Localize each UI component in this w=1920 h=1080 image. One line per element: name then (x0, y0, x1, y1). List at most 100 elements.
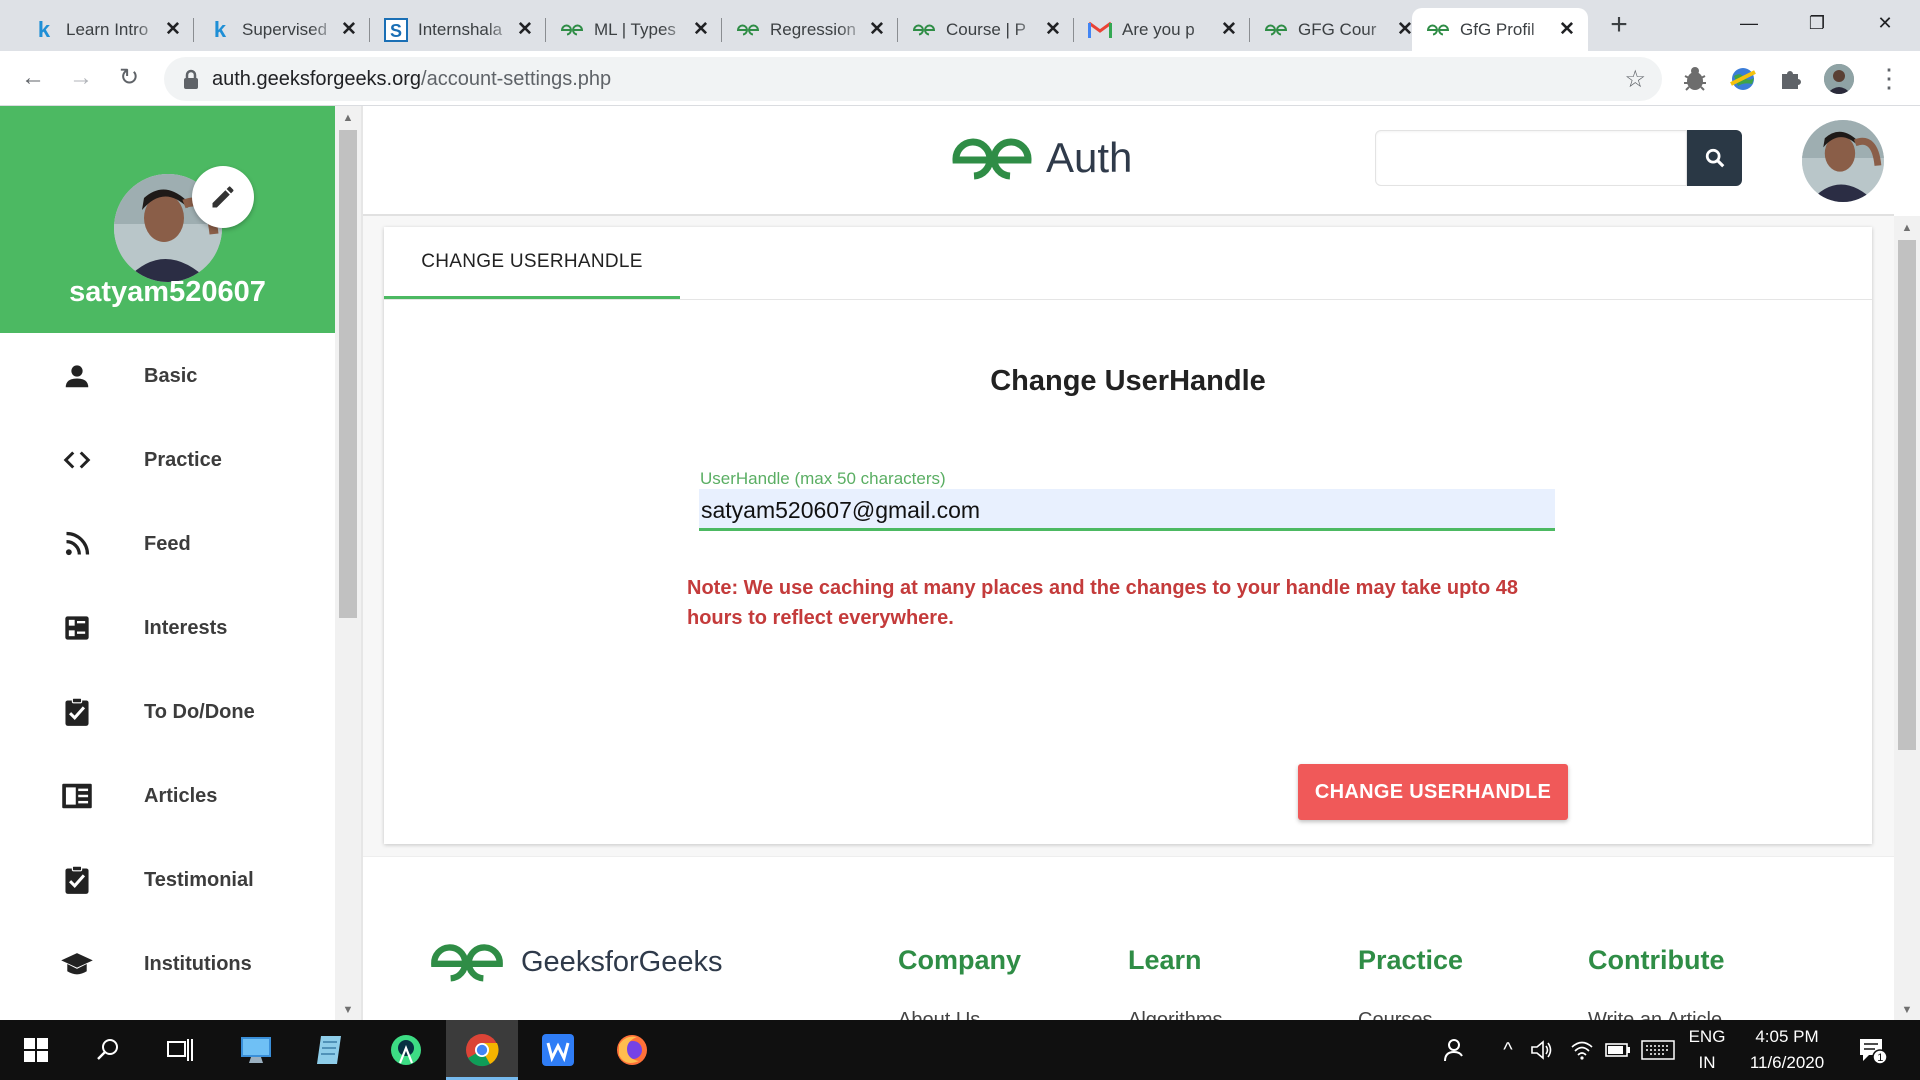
task-view-icon[interactable] (160, 1030, 200, 1070)
firefox-icon[interactable] (612, 1030, 652, 1070)
keyboard-icon[interactable] (1638, 1030, 1678, 1070)
forward-icon[interactable]: → (64, 61, 98, 95)
browser-tab[interactable]: S Internshala ✕ (370, 8, 546, 51)
sidebar-item-label: Practice (144, 448, 222, 471)
scrollbar-thumb[interactable] (339, 130, 357, 618)
edit-avatar-button[interactable] (192, 166, 254, 228)
browser-tab-active[interactable]: GfG Profil ✕ (1412, 8, 1588, 51)
back-icon[interactable]: ← (16, 61, 50, 95)
windows-taskbar: ^ ENG IN 4:05 PM 11/6/2020 1 (0, 1020, 1920, 1080)
gfg-auth-logo[interactable]: Auth (950, 134, 1132, 182)
browser-tab[interactable]: Regression ✕ (722, 8, 898, 51)
scrollbar-thumb[interactable] (1898, 240, 1916, 750)
footer-logo[interactable]: GeeksforGeeks (427, 942, 722, 982)
profile-username: satyam520607 (69, 276, 266, 308)
tab-title: Course | P (946, 19, 1027, 39)
browser-tab-strip: k Learn Intro ✕ k Supervised ✕ S Interns… (0, 0, 1920, 51)
bookmark-star-icon[interactable]: ☆ (1624, 65, 1646, 94)
search-icon[interactable] (88, 1030, 128, 1070)
scroll-up-arrow-icon[interactable]: ▲ (1900, 222, 1914, 234)
bug-extension-icon[interactable] (1680, 64, 1710, 94)
input-region-indicator[interactable]: IN (1686, 1053, 1728, 1073)
tab-title: Learn Intro (66, 19, 149, 39)
restore-icon[interactable]: ❐ (1784, 6, 1850, 40)
language-indicator[interactable]: ENG (1686, 1027, 1728, 1047)
wifi-icon[interactable] (1562, 1030, 1602, 1070)
clock-date[interactable]: 11/6/2020 (1736, 1053, 1838, 1073)
gfg-logo-icon (431, 944, 503, 982)
sidebar-item-testimonial[interactable]: Testimonial (0, 850, 335, 910)
browser-tab[interactable]: Course | P ✕ (898, 8, 1074, 51)
notifications-icon[interactable]: 1 (1852, 1030, 1892, 1070)
profile-avatar[interactable] (1824, 64, 1854, 94)
url-text: auth.geeksforgeeks.org/account-settings.… (212, 68, 612, 90)
search-input[interactable] (1375, 130, 1687, 186)
close-tab-icon[interactable]: ✕ (692, 18, 710, 41)
sidebar-item-practice[interactable]: Practice (0, 430, 335, 490)
volume-icon[interactable] (1522, 1030, 1562, 1070)
footer-column-company: Company (898, 945, 1022, 975)
globe-extension-icon[interactable] (1728, 64, 1758, 94)
chrome-icon[interactable] (462, 1030, 502, 1070)
new-tab-button[interactable]: + (1604, 10, 1634, 40)
list-icon (60, 611, 94, 645)
scroll-down-arrow-icon[interactable]: ▼ (1900, 1004, 1914, 1016)
graduation-cap-icon (60, 947, 94, 981)
scroll-up-arrow-icon[interactable]: ▲ (341, 112, 355, 124)
change-userhandle-button[interactable]: CHANGE USERHANDLE (1298, 764, 1568, 820)
sidebar-item-institutions[interactable]: Institutions (0, 934, 335, 994)
userhandle-input[interactable] (699, 489, 1555, 531)
browser-tab[interactable]: k Supervised ✕ (194, 8, 370, 51)
windows-start-icon[interactable] (16, 1030, 56, 1070)
gfg-logo-icon (952, 138, 1032, 180)
tab-title: GfG Profil (1460, 19, 1535, 39)
close-window-icon[interactable]: ✕ (1852, 6, 1918, 40)
scroll-down-arrow-icon[interactable]: ▼ (341, 1004, 355, 1016)
close-tab-icon[interactable]: ✕ (1044, 18, 1062, 41)
chrome-menu-icon[interactable]: ⋮ (1872, 61, 1906, 95)
profile-sidebar: satyam520607 Basic Practice Feed Interes… (0, 106, 335, 1020)
sidebar-item-articles[interactable]: Articles (0, 766, 335, 826)
close-tab-icon[interactable]: ✕ (340, 18, 358, 41)
wps-writer-icon[interactable] (538, 1030, 578, 1070)
android-studio-icon[interactable] (386, 1030, 426, 1070)
sidebar-item-interests[interactable]: Interests (0, 598, 335, 658)
tab-title: Regression (770, 19, 856, 39)
sidebar-item-basic[interactable]: Basic (0, 346, 335, 406)
browser-tab[interactable]: ML | Types ✕ (546, 8, 722, 51)
puzzle-extensions-icon[interactable] (1776, 64, 1806, 94)
sidebar-item-feed[interactable]: Feed (0, 514, 335, 574)
notification-count: 1 (1877, 1052, 1883, 1064)
browser-tab[interactable]: Are you p ✕ (1074, 8, 1250, 51)
people-icon[interactable] (1436, 1030, 1476, 1070)
user-avatar[interactable] (1802, 120, 1884, 202)
close-tab-icon[interactable]: ✕ (516, 18, 534, 41)
close-tab-icon[interactable]: ✕ (868, 18, 886, 41)
clipboard-check-icon (60, 863, 94, 897)
minimize-icon[interactable]: — (1716, 6, 1782, 40)
address-bar[interactable]: auth.geeksforgeeks.org/account-settings.… (164, 57, 1662, 101)
tab-title: Internshala (418, 19, 503, 39)
notepad-icon[interactable] (310, 1030, 350, 1070)
battery-icon[interactable] (1598, 1030, 1638, 1070)
sidebar-item-todo-done[interactable]: To Do/Done (0, 682, 335, 742)
close-tab-icon[interactable]: ✕ (164, 18, 182, 41)
sidebar-scrollbar[interactable]: ▲ ▼ (335, 106, 361, 1020)
clipboard-check-icon (60, 695, 94, 729)
sidebar-item-label: Articles (144, 784, 218, 807)
close-tab-icon[interactable]: ✕ (1558, 18, 1576, 41)
computer-icon[interactable] (236, 1030, 276, 1070)
profile-header: satyam520607 (0, 106, 335, 333)
search-button[interactable] (1687, 130, 1742, 186)
tab-change-userhandle[interactable]: CHANGE USERHANDLE (384, 227, 680, 299)
page-scrollbar[interactable]: ▲ ▼ (1894, 216, 1920, 1020)
gmail-icon (1088, 18, 1112, 42)
browser-tab[interactable]: GFG Cour ✕ (1250, 8, 1426, 51)
reload-icon[interactable]: ↻ (112, 61, 146, 95)
clock-time[interactable]: 4:05 PM (1736, 1027, 1838, 1047)
browser-tab[interactable]: k Learn Intro ✕ (18, 8, 194, 51)
close-tab-icon[interactable]: ✕ (1220, 18, 1238, 41)
svg-text:S: S (390, 21, 402, 41)
gfg-icon (1426, 18, 1450, 42)
brand-name: Auth (1046, 134, 1133, 181)
